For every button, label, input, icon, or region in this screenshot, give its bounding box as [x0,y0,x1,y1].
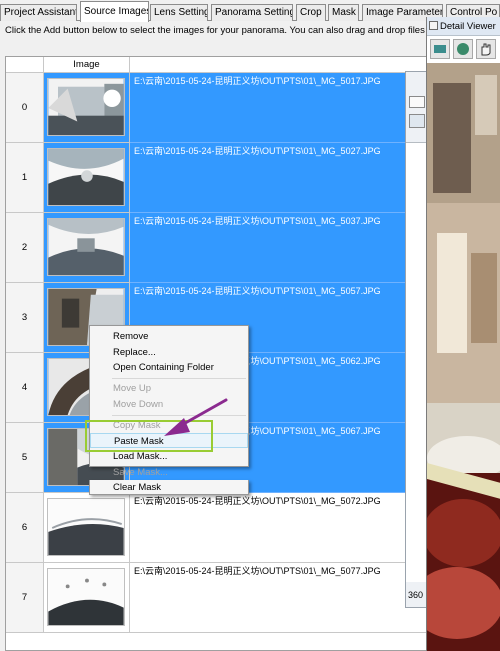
annotation-arrow [164,398,228,436]
table-row[interactable]: 7 E:\云南\2015-05-24-昆明正义坊\OUT\PTS\01\_MG_… [6,563,426,633]
image-cell[interactable] [44,143,130,213]
row-number-header [6,57,44,73]
image-path: E:\云南\2015-05-24-昆明正义坊\OUT\PTS\01\_MG_50… [130,213,426,283]
row-number: 7 [6,563,44,633]
table-row[interactable]: 6 E:\云南\2015-05-24-昆明正义坊\OUT\PTS\01\_MG_… [6,493,426,563]
row-number: 3 [6,283,44,353]
image-column-header[interactable]: Image [44,57,130,73]
row-number: 0 [6,73,44,143]
tab-crop[interactable]: Crop [296,4,326,21]
thumbnail-image [47,568,125,626]
hand-tool-icon[interactable] [476,39,496,59]
panel-button[interactable] [409,114,425,128]
menu-item-replace[interactable]: Replace... [90,345,248,360]
detail-viewer-window[interactable]: Detail Viewer [426,17,500,651]
image-path: E:\云南\2015-05-24-昆明正义坊\OUT\PTS\01\_MG_50… [130,493,426,563]
rectangle-view-icon[interactable] [430,39,450,59]
tab-source-images[interactable]: Source Images [80,1,149,22]
side-panel-label: 360 [408,590,424,600]
thumbnail-image [47,78,125,136]
image-cell[interactable] [44,493,130,563]
thumbnail-image [47,148,125,206]
thumbnail-image [47,218,125,276]
menu-item-clear-mask[interactable]: Clear Mask [89,480,249,495]
row-number: 2 [6,213,44,283]
image-path: E:\云南\2015-05-24-昆明正义坊\OUT\PTS\01\_MG_50… [130,143,426,213]
image-cell[interactable] [44,563,130,633]
menu-item-open-containing-folder[interactable]: Open Containing Folder [90,360,248,375]
table-row[interactable]: 2 E:\云南\2015-05-24-昆明正义坊\OUT\PTS\01\_MG_… [6,213,426,283]
menu-item-save-mask[interactable]: Save Mask... [90,465,248,480]
tab-bar: Project Assistant Source Images Lens Set… [0,0,500,22]
row-number: 6 [6,493,44,563]
row-number: 4 [6,353,44,423]
sphere-view-icon[interactable] [453,39,473,59]
image-cell[interactable] [44,213,130,283]
panel-button[interactable] [409,96,425,108]
row-number: 5 [6,423,44,493]
table-row[interactable]: 1 E:\云南\2015-05-24-昆明正义坊\OUT\PTS\01\_MG_… [6,143,426,213]
thumbnail-image [47,498,125,556]
menu-separator [112,378,246,379]
image-cell[interactable] [44,73,130,143]
instructions-text: Click the Add button below to select the… [5,25,425,36]
image-path: E:\云南\2015-05-24-昆明正义坊\OUT\PTS\01\_MG_50… [130,73,426,143]
tab-mask[interactable]: Mask [328,4,359,21]
window-icon [429,21,438,30]
tab-project-assistant[interactable]: Project Assistant [0,4,77,21]
row-number: 1 [6,143,44,213]
table-row[interactable]: 0 E:\云南\2015-05-24-昆明正义坊\OUT\PTS\01\_MG_… [6,73,426,143]
image-path: E:\云南\2015-05-24-昆明正义坊\OUT\PTS\01\_MG_50… [130,563,426,633]
menu-item-remove[interactable]: Remove [90,329,248,344]
menu-item-move-up[interactable]: Move Up [90,381,248,396]
detail-viewer-image [427,63,500,651]
tab-lens-settings[interactable]: Lens Settings [150,4,208,21]
tab-panorama-settings[interactable]: Panorama Settings [211,4,293,21]
path-column-header [130,57,426,73]
